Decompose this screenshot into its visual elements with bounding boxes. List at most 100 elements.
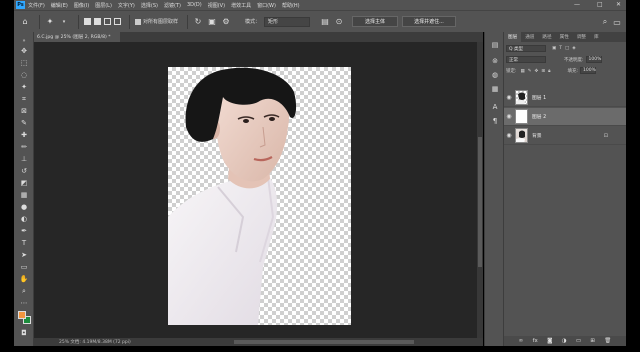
move-tool-icon[interactable]: ✥ bbox=[19, 46, 29, 56]
filter-icons[interactable]: ▣T□◈ bbox=[552, 46, 579, 51]
quick-selection-tool-icon[interactable]: ✦ bbox=[19, 82, 29, 92]
new-layer-icon[interactable]: ⊞ bbox=[590, 338, 595, 344]
healing-brush-tool-icon[interactable]: ✚ bbox=[19, 130, 29, 140]
hand-tool-icon[interactable]: ✋ bbox=[19, 274, 29, 284]
lock-icons[interactable]: ▦✎✥⊞🔒︎ bbox=[521, 68, 554, 74]
eye-icon[interactable]: ◉ bbox=[504, 94, 514, 101]
comments-icon[interactable]: ▤ bbox=[490, 40, 500, 50]
subtract-selection-icon[interactable] bbox=[104, 18, 111, 25]
menu-view[interactable]: 视图(V) bbox=[208, 2, 225, 9]
document-canvas[interactable] bbox=[168, 67, 351, 325]
menu-edit[interactable]: 编辑(E) bbox=[51, 2, 68, 9]
brush-tool-icon[interactable]: ✏ bbox=[19, 142, 29, 152]
menu-layer[interactable]: 图层(L) bbox=[95, 2, 112, 9]
lock-label: 锁定: bbox=[506, 68, 517, 74]
quick-mask-icon[interactable]: ◘ bbox=[19, 328, 29, 338]
menu-select[interactable]: 选择(S) bbox=[141, 2, 158, 9]
opacity-value: 100% bbox=[588, 57, 602, 62]
blend-mode-select[interactable]: 正常 bbox=[506, 56, 546, 63]
lasso-tool-icon[interactable]: ◌ bbox=[19, 70, 29, 80]
eye-icon[interactable]: ◉ bbox=[504, 132, 514, 139]
intersect-selection-icon[interactable] bbox=[114, 18, 121, 25]
adjustment-layer-icon[interactable]: ◑ bbox=[562, 338, 567, 344]
menu-3d[interactable]: 3D(D) bbox=[187, 2, 202, 8]
add-to-selection-icon[interactable] bbox=[94, 18, 101, 25]
menu-help[interactable]: 帮助(H) bbox=[282, 2, 300, 9]
menu-type[interactable]: 文字(Y) bbox=[118, 2, 135, 9]
new-selection-icon[interactable] bbox=[84, 18, 91, 25]
type-tool-icon[interactable]: T bbox=[19, 238, 29, 248]
divider bbox=[129, 14, 130, 29]
close-button[interactable]: ✕ bbox=[616, 1, 621, 8]
layer-style-icon[interactable]: fx bbox=[533, 338, 538, 344]
document-tab-bar: 6.C.jpg @ 25% (图层 2, RGB/8) * bbox=[34, 32, 483, 42]
brush-settings-icon[interactable]: ▣ bbox=[207, 17, 217, 27]
zoom-tool-icon[interactable]: ⌕ bbox=[19, 286, 29, 296]
tab-properties[interactable]: 属性 bbox=[556, 32, 573, 42]
gradient-tool-icon[interactable]: ▦ bbox=[19, 190, 29, 200]
layer-filter-select[interactable]: Q 类型 bbox=[506, 45, 546, 52]
quick-selection-tool-icon[interactable]: ✦ bbox=[45, 17, 55, 27]
tools-panel: » ✥ ⬚ ◌ ✦ ⌗ ⊠ ✎ ✚ ✏ ⊥ ↺ ◩ ▦ ● ◐ ✒ T ➤ ▭ … bbox=[14, 32, 34, 346]
link-layers-icon[interactable]: ∞ bbox=[519, 338, 524, 344]
delete-layer-icon[interactable]: 🗑︎ bbox=[604, 338, 611, 344]
rectangle-tool-icon[interactable]: ▭ bbox=[19, 262, 29, 272]
tab-channels[interactable]: 通道 bbox=[521, 32, 538, 42]
menu-filter[interactable]: 滤镜(T) bbox=[164, 2, 181, 9]
tab-adjustments[interactable]: 调整 bbox=[573, 32, 590, 42]
sample-all-layers-checkbox[interactable] bbox=[135, 18, 141, 25]
eyedropper-tool-icon[interactable]: ✎ bbox=[19, 118, 29, 128]
gear-icon[interactable]: ⚙ bbox=[221, 17, 231, 27]
tab-layers[interactable]: 图层 bbox=[504, 32, 522, 42]
layer-row-selected[interactable]: ◉ 图层 2 bbox=[504, 108, 626, 126]
path-selection-tool-icon[interactable]: ➤ bbox=[19, 250, 29, 260]
menu-plugins[interactable]: 增效工具 bbox=[231, 2, 251, 9]
select-subject-button[interactable]: 选择主体 bbox=[352, 16, 398, 27]
home-icon[interactable]: ⌂ bbox=[20, 17, 30, 27]
foreground-color-swatch[interactable] bbox=[18, 311, 26, 319]
vertical-scroll-thumb[interactable] bbox=[478, 137, 482, 267]
history-icon[interactable]: ⊚ bbox=[490, 56, 500, 66]
fill-value: 100% bbox=[583, 68, 596, 73]
search-icon[interactable]: ⌕ bbox=[600, 17, 610, 27]
paragraph-icon[interactable]: ¶ bbox=[490, 116, 500, 126]
blur-tool-icon[interactable]: ● bbox=[19, 202, 29, 212]
menu-image[interactable]: 图像(I) bbox=[74, 2, 89, 9]
eraser-tool-icon[interactable]: ◩ bbox=[19, 178, 29, 188]
crop-tool-icon[interactable]: ⌗ bbox=[19, 94, 29, 104]
tab-paths[interactable]: 路径 bbox=[538, 32, 555, 42]
history-brush-tool-icon[interactable]: ↺ bbox=[19, 166, 29, 176]
menu-window[interactable]: 窗口(W) bbox=[257, 2, 276, 9]
marquee-tool-icon[interactable]: ⬚ bbox=[19, 58, 29, 68]
pen-tool-icon[interactable]: ✒ bbox=[19, 226, 29, 236]
collapse-icon[interactable]: » bbox=[19, 36, 29, 46]
workspace-icon[interactable]: ▭ bbox=[612, 17, 622, 27]
refresh-icon[interactable]: ↻ bbox=[193, 17, 203, 27]
add-mask-icon[interactable]: ◙ bbox=[547, 338, 552, 344]
character-icon[interactable]: A bbox=[490, 102, 500, 112]
maximize-button[interactable]: □ bbox=[597, 1, 603, 8]
color-icon[interactable]: ◍ bbox=[490, 70, 500, 80]
mode-select[interactable]: 矩形 bbox=[264, 16, 311, 27]
tab-libraries[interactable]: 库 bbox=[590, 32, 603, 42]
eye-icon[interactable]: ◉ bbox=[504, 113, 514, 120]
clone-stamp-tool-icon[interactable]: ⊥ bbox=[19, 154, 29, 164]
horizontal-scroll-thumb[interactable] bbox=[234, 340, 414, 344]
document-tab[interactable]: 6.C.jpg @ 25% (图层 2, RGB/8) * bbox=[34, 32, 120, 42]
select-and-mask-button[interactable]: 选择并遮住... bbox=[402, 16, 456, 27]
new-group-icon[interactable]: ▭ bbox=[576, 338, 581, 344]
layer-row-background[interactable]: ◉ 背景 ⊡ bbox=[504, 127, 626, 145]
menu-file[interactable]: 文件(F) bbox=[28, 2, 45, 9]
layer-row[interactable]: ◉ 图层 1 bbox=[504, 89, 626, 107]
frame-tool-icon[interactable]: ⊠ bbox=[19, 106, 29, 116]
minimize-button[interactable]: — bbox=[574, 1, 580, 8]
opacity-field[interactable]: 100% bbox=[585, 56, 602, 63]
chevron-down-icon[interactable]: ▾ bbox=[59, 17, 69, 27]
target-icon[interactable]: ⊙ bbox=[334, 17, 344, 27]
vertical-scrollbar[interactable] bbox=[477, 42, 483, 338]
sample-size-icon[interactable]: ▤ bbox=[320, 17, 330, 27]
dodge-tool-icon[interactable]: ◐ bbox=[19, 214, 29, 224]
swatches-icon[interactable]: ▦ bbox=[490, 84, 500, 94]
more-tools-icon[interactable]: ⋯ bbox=[19, 298, 29, 308]
fill-field[interactable]: 100% bbox=[580, 67, 597, 74]
